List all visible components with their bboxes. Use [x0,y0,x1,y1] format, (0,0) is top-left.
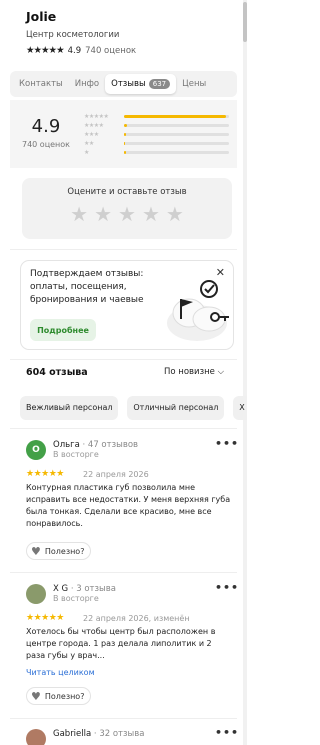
scrollbar-thumb[interactable] [243,2,247,42]
org-rating-row[interactable]: ★★★★★ 4.9 740 оценок [26,45,236,56]
tab-prices-label: Цены [182,79,207,89]
more-icon[interactable]: ••• [215,581,239,594]
helpful-button[interactable]: ♥ Полезно? [26,542,92,560]
rate-prompt: Оцените и оставьте отзыв [67,187,187,197]
tab-info-label: Инфо [74,79,100,89]
rating-stars-icon: ★★★★★ [26,45,65,56]
tab-reviews[interactable]: Отзывы 637 [105,74,177,94]
rating-bar-fill [124,133,127,136]
divider [10,359,237,360]
review-stars-icon: ★★★★★ [26,613,64,623]
more-icon[interactable]: ••• [215,437,239,450]
tab-info[interactable]: Инфо [69,74,105,94]
rating-bar-fill [124,115,226,118]
avatar[interactable] [26,729,46,745]
divider [10,428,237,429]
rating-bar-track [124,133,229,136]
tab-bar: Контакты Инфо Отзывы 637 Цены [10,71,237,97]
aspect-chips: Вежливый персонал Отличный персонал Х [20,396,247,420]
reviews-count-badge: 637 [148,79,171,89]
review-date: 22 апреля 2026, изменён [83,614,190,623]
sort-dropdown[interactable]: По новизне ⌵ [164,367,224,377]
rating-bar-row: ★★★★★ [84,112,234,121]
verified-illustration-icon [167,280,229,341]
divider [10,249,237,250]
helpful-label: Полезно? [44,691,85,701]
reviewer-name[interactable]: Ольга · 47 отзывов [53,440,138,450]
org-category: Центр косметологии [26,30,120,40]
org-title: Jolie [26,9,57,24]
more-icon[interactable]: ••• [215,726,239,739]
review-card: Gabriella · 32 отзыва ••• [26,726,238,745]
org-header: Jolie Центр косметологии ★★★★★ 4.9 740 о… [26,9,236,56]
divider [10,572,237,573]
review-card: X G · 3 отзыва В восторге ••• ★★★★★ 22 а… [26,581,238,709]
reviewer-status: В восторге [53,450,99,459]
tab-contacts[interactable]: Контакты [13,74,69,94]
review-date: 22 апреля 2026 [83,470,149,479]
review-stars-icon: ★★★★★ [26,469,64,479]
review-card: О Ольга · 47 отзывов В восторге ••• ★★★★… [26,437,238,560]
chip-more[interactable]: Х [233,396,247,420]
org-rating-value: 4.9 [67,45,82,56]
rate-star-1[interactable]: ★ [70,202,88,226]
rate-star-4[interactable]: ★ [142,202,160,226]
avatar[interactable]: О [26,440,46,460]
rating-bar-row: ★ [84,148,234,157]
reviewer-name-text: Gabriella [53,729,92,739]
rate-star-5[interactable]: ★ [166,202,184,226]
heart-icon: ♥ [31,689,41,703]
scrollbar[interactable] [243,0,247,745]
rate-and-review-box: Оцените и оставьте отзыв ★ ★ ★ ★ ★ [22,178,232,239]
verified-reviews-promo: Подтверждаем отзывы: оплаты, посещения, … [20,260,234,350]
rating-summary: 4.9 740 оценок ★★★★★ ★★★★ ★★★ ★★ ★ [10,100,237,168]
bar-stars-icon: ★★★★ [84,122,104,129]
reviews-count: 604 отзыва [26,367,88,378]
rating-bar-row: ★★★★ [84,121,234,130]
rating-bar-fill [124,151,127,154]
rating-bar-track [124,142,229,145]
chip-polite-staff[interactable]: Вежливый персонал [20,396,119,420]
reviewer-name-text: Ольга [53,440,80,450]
reviewer-meta: · 47 отзывов [79,440,139,450]
big-rating-value: 4.9 [31,116,61,137]
helpful-button[interactable]: ♥ Полезно? [26,687,92,705]
tab-contacts-label: Контакты [19,79,63,89]
chip-excellent-staff[interactable]: Отличный персонал [127,396,225,420]
reviewer-name-text: X G [53,584,69,594]
bar-stars-icon: ★★ [84,140,94,147]
reviewer-meta: · 32 отзыва [91,729,145,739]
rating-bar-track [124,151,229,154]
rating-bar-fill [124,124,128,127]
rating-distribution: ★★★★★ ★★★★ ★★★ ★★ ★ [84,112,234,157]
reviewer-meta: · 3 отзыва [68,584,116,594]
bar-stars-icon: ★ [84,149,89,156]
rate-star-3[interactable]: ★ [118,202,136,226]
bar-stars-icon: ★★★★★ [84,113,109,120]
reviewer-name[interactable]: Gabriella · 32 отзыва [53,729,144,739]
review-text: Контурная пластика губ позволила мне исп… [26,483,231,528]
promo-more-button[interactable]: Подробнее [30,319,96,341]
tab-prices[interactable]: Цены [176,74,212,94]
rate-stars: ★ ★ ★ ★ ★ [22,202,232,226]
reviewer-name[interactable]: X G · 3 отзыва [53,584,116,594]
rating-bar-row: ★★ [84,139,234,148]
reviewer-status: В восторге [53,594,99,603]
rating-bar-track [124,124,229,127]
org-ratings-count: 740 оценок [85,45,137,56]
helpful-label: Полезно? [44,546,85,556]
promo-text: Подтверждаем отзывы: оплаты, посещения, … [30,269,144,305]
rating-bar-row: ★★★ [84,130,234,139]
rating-bar-fill [124,142,126,145]
tab-reviews-label: Отзывы [111,79,146,89]
divider [10,718,237,719]
rating-bar-track [124,115,229,118]
avatar[interactable] [26,584,46,604]
summary-ratings-count: 740 оценок [21,140,71,149]
heart-icon: ♥ [31,544,41,558]
rate-star-2[interactable]: ★ [94,202,112,226]
review-text: Хотелось бы чтобы центр был расположен в… [26,627,216,660]
bar-stars-icon: ★★★ [84,131,99,138]
read-more-link[interactable]: Читать целиком [26,668,95,677]
